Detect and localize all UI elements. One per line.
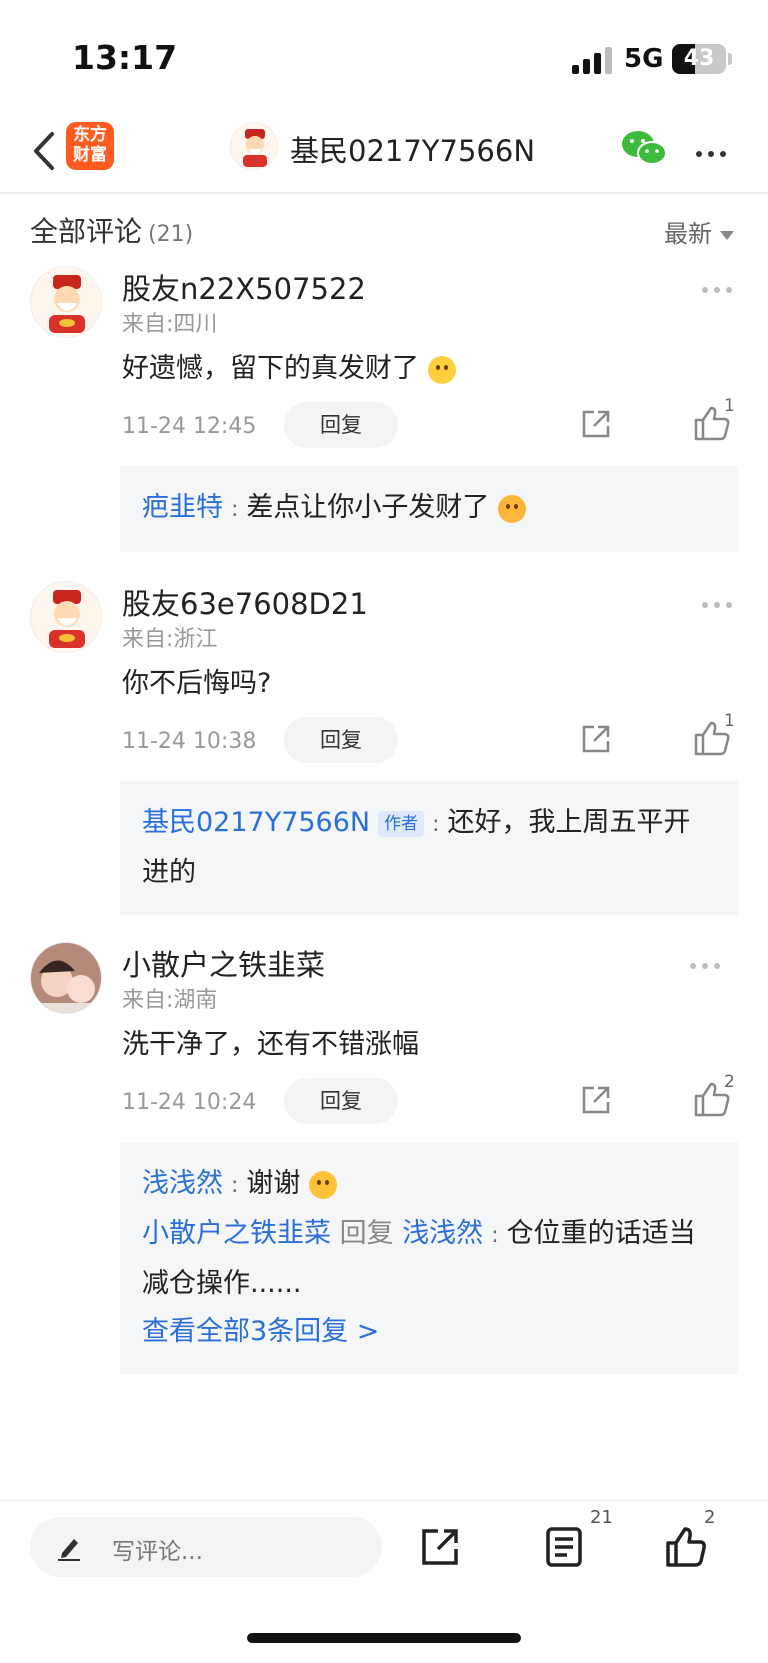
comment-username[interactable]: 股友63e7608D21 [122, 581, 368, 623]
reply-item: 浅浅然: 谢谢 [142, 1160, 716, 1210]
avatar[interactable] [30, 942, 102, 1014]
comments-count: (21) [148, 222, 194, 247]
reply-username[interactable]: 浅浅然 [142, 1168, 223, 1199]
reply-button[interactable]: 回复 [284, 1078, 398, 1124]
reply-thread: 疤韭特: 差点让你小子发财了 [120, 466, 738, 552]
more-icon[interactable] [696, 142, 736, 157]
reply-button[interactable]: 回复 [284, 402, 398, 448]
reply-word: 回复 [339, 1218, 394, 1249]
reply-username[interactable]: 基民0217Y7566N [142, 807, 370, 838]
author-badge: 作者 [378, 810, 425, 837]
avatar[interactable] [30, 266, 102, 338]
reply-target-username[interactable]: 浅浅然 [402, 1218, 483, 1249]
reply-thread: 基民0217Y7566N 作者: 还好，我上周五平开进的 [120, 781, 738, 915]
comment-location: 来自:湖南 [122, 988, 218, 1013]
comment-more-icon[interactable] [702, 593, 738, 612]
view-all-replies-link[interactable]: 查看全部3条回复 > [142, 1308, 716, 1356]
signal-icon [572, 46, 614, 74]
comment-input[interactable]: 写评论... [30, 1517, 382, 1577]
network-label: 5G [624, 44, 664, 74]
reply-button[interactable]: 回复 [284, 717, 398, 763]
battery-nub [728, 53, 732, 65]
comment-placeholder: 写评论... [112, 1539, 203, 1565]
share-icon[interactable] [578, 1082, 614, 1118]
status-bar: 13:17 5G 43 [0, 0, 768, 110]
home-indicator[interactable] [247, 1633, 521, 1643]
nav-bar: 东方 财富 基民0217Y7566N [0, 110, 768, 194]
comment-more-icon[interactable] [702, 278, 738, 297]
thumbs-up-icon[interactable] [664, 1525, 708, 1569]
comments-title: 全部评论 [30, 215, 143, 248]
comment-username[interactable]: 小散户之铁韭菜 [122, 942, 325, 984]
comment-time: 11-24 10:24 [122, 1090, 257, 1115]
comments-icon[interactable] [542, 1525, 586, 1569]
share-icon[interactable] [418, 1525, 462, 1569]
fortune-god-icon [243, 129, 267, 167]
app-logo[interactable]: 东方 财富 [66, 122, 114, 170]
status-time: 13:17 [72, 38, 178, 77]
wechat-icon[interactable] [620, 128, 668, 168]
like-count: 1 [724, 396, 735, 416]
share-icon[interactable] [578, 406, 614, 442]
like-count: 2 [724, 1072, 735, 1092]
battery-level: 43 [683, 46, 715, 71]
reply-text: 谢谢 [246, 1168, 301, 1199]
comment-location: 来自:四川 [122, 312, 218, 337]
comment-count: 21 [590, 1507, 613, 1528]
bottom-bar: 写评论... 21 2 [0, 1500, 768, 1663]
sort-label: 最新 [664, 220, 712, 248]
comments-header: 全部评论 (21) [30, 210, 193, 250]
reply-username[interactable]: 小散户之铁韭菜 [142, 1218, 331, 1249]
pencil-icon [58, 1539, 80, 1561]
laughing-emoji-icon [309, 1170, 338, 1199]
avatar[interactable] [30, 581, 102, 653]
reply-text: 差点让你小子发财了 [246, 492, 490, 523]
like-count: 1 [724, 711, 735, 731]
reply-username[interactable]: 疤韭特 [142, 492, 223, 523]
author-avatar[interactable] [230, 122, 278, 170]
reply-thread: 浅浅然: 谢谢 小散户之铁韭菜 回复 浅浅然: 仓位重的话适当减仓操作...... … [120, 1142, 738, 1374]
baby-photo-icon [31, 943, 101, 1013]
reply-item: 小散户之铁韭菜 回复 浅浅然: 仓位重的话适当减仓操作...... [142, 1218, 696, 1299]
crying-emoji-icon [427, 355, 456, 384]
comment-username[interactable]: 股友n22X507522 [122, 266, 366, 308]
share-icon[interactable] [578, 721, 614, 757]
comment-text: 洗干净了，还有不错涨幅 [122, 1029, 419, 1060]
comment-more-icon[interactable] [690, 954, 726, 973]
fortune-god-icon [49, 590, 85, 648]
chevron-down-icon [720, 230, 734, 240]
comment-time: 11-24 10:38 [122, 729, 257, 754]
like-count: 2 [704, 1507, 716, 1528]
fortune-god-icon [49, 275, 85, 333]
comment-text-content: 好遗憾，留下的真发财了 [122, 353, 419, 384]
back-icon[interactable] [26, 126, 66, 176]
logo-line2: 财富 [73, 145, 107, 165]
comment-text: 你不后悔吗? [122, 668, 272, 699]
sort-dropdown[interactable]: 最新 [664, 214, 734, 249]
battery-icon: 43 [672, 44, 726, 74]
comment-time: 11-24 12:45 [122, 414, 257, 439]
logo-line1: 东方 [73, 125, 107, 145]
comment-location: 来自:浙江 [122, 627, 218, 652]
page-title: 基民0217Y7566N [290, 134, 536, 168]
smile-emoji-icon [498, 494, 527, 523]
comment-text: 好遗憾，留下的真发财了 [122, 346, 456, 385]
